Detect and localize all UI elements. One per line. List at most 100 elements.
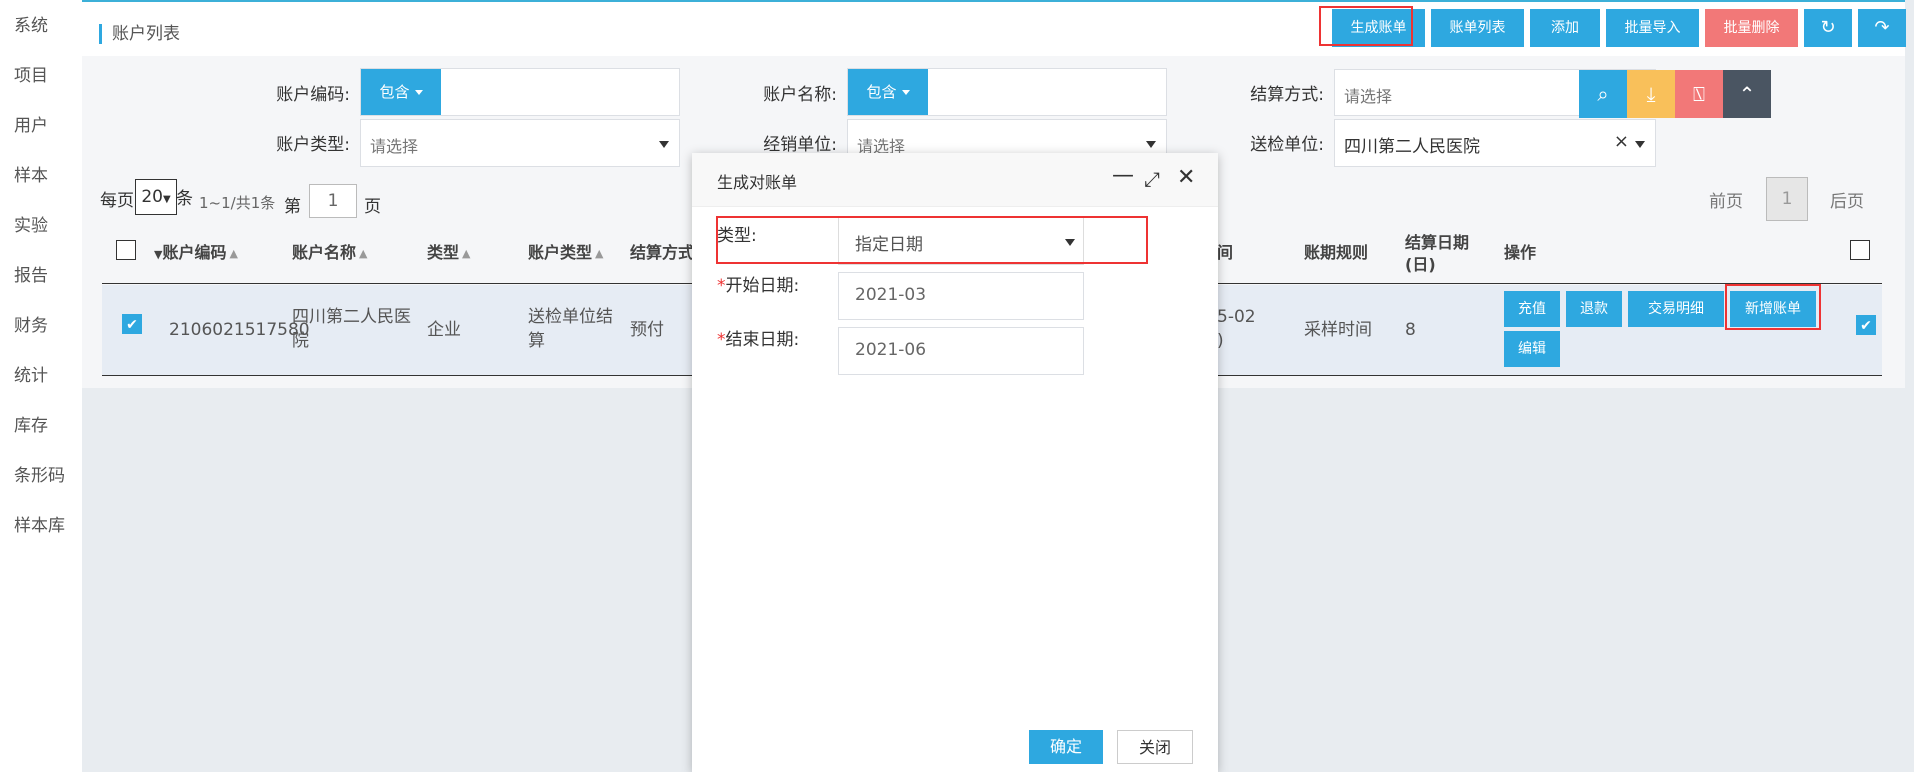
row-checkbox[interactable]: ✔ xyxy=(122,314,142,334)
per-page-select[interactable]: 20▼ xyxy=(135,179,177,215)
next-page-button[interactable]: 后页 xyxy=(1830,187,1864,212)
sidebar-item-sample-bank[interactable]: 样本库 xyxy=(0,501,82,551)
sort-icon: ▲ xyxy=(462,247,471,260)
col-period-rule[interactable]: 账期规则 xyxy=(1304,239,1368,263)
search-icon[interactable]: ⌕ xyxy=(1579,70,1627,118)
account-type-placeholder: 请选择 xyxy=(370,137,419,156)
account-code-contains-dropdown[interactable]: 包含 xyxy=(361,69,441,115)
chevron-up-icon[interactable]: ⌃ xyxy=(1723,70,1771,118)
cell-time-line1: 5-02 xyxy=(1217,307,1256,327)
sidebar-item-system[interactable]: 系统 xyxy=(0,1,82,51)
start-date-input[interactable]: 2021-03 xyxy=(838,272,1084,320)
col-account-name-label: 账户名称 xyxy=(292,243,357,262)
submit-unit-select[interactable]: 四川第二人民医院 × xyxy=(1334,119,1656,167)
new-bill-button[interactable]: 新增账单 xyxy=(1730,291,1816,327)
caret-down-icon xyxy=(1065,239,1075,246)
prev-page-button[interactable]: 前页 xyxy=(1709,187,1743,212)
col-type[interactable]: 类型 ▲ xyxy=(427,239,470,263)
caret-down-icon xyxy=(901,90,910,95)
per-page-unit: 条 xyxy=(176,189,193,209)
sidebar: 系统 项目 用户 样本 实验 报告 财务 统计 库存 条形码 样本库 xyxy=(0,0,82,772)
account-name-field: 包含 xyxy=(847,68,1167,116)
submit-unit-label: 送检单位: xyxy=(1250,135,1324,155)
page-title: 账户列表 xyxy=(99,24,180,44)
contains-label: 包含 xyxy=(379,83,410,101)
transactions-button[interactable]: 交易明细 xyxy=(1628,291,1724,327)
maximize-icon[interactable]: ⤢ xyxy=(1144,167,1160,191)
col-account-name[interactable]: 账户名称 ▲ xyxy=(292,239,367,263)
col-settlement[interactable]: 结算方式 xyxy=(630,239,694,263)
page-suffix: 页 xyxy=(364,197,381,217)
type-label: 类型: xyxy=(717,226,757,246)
generate-bill-button[interactable]: 生成账单 xyxy=(1332,9,1425,47)
refund-button[interactable]: 退款 xyxy=(1566,291,1622,327)
select-all-checkbox-right[interactable] xyxy=(1850,240,1870,260)
sidebar-item-project[interactable]: 项目 xyxy=(0,51,82,101)
end-date-input[interactable]: 2021-06 xyxy=(838,327,1084,375)
col-settle-day-unit: (日) xyxy=(1405,255,1436,274)
broom-icon[interactable]: ⍂ xyxy=(1675,70,1723,118)
account-type-select[interactable]: 请选择 xyxy=(360,119,680,167)
recharge-button[interactable]: 充值 xyxy=(1504,291,1560,327)
account-code-label: 账户编码: xyxy=(276,85,350,105)
dialog-title: 生成对账单 xyxy=(717,173,798,192)
col-account-type[interactable]: 账户类型 ▲ xyxy=(528,239,603,263)
sidebar-item-barcode[interactable]: 条形码 xyxy=(0,451,82,501)
cell-settle-day: 8 xyxy=(1405,320,1416,340)
sidebar-item-report[interactable]: 报告 xyxy=(0,251,82,301)
sidebar-item-user[interactable]: 用户 xyxy=(0,101,82,151)
minimize-icon[interactable]: — xyxy=(1112,163,1134,188)
title-bar: 账户列表 生成账单 账单列表 添加 批量导入 批量删除 ↻ ↷ xyxy=(82,2,1906,56)
sidebar-item-inventory[interactable]: 库存 xyxy=(0,401,82,451)
col-settle-day[interactable]: 结算日期 (日) xyxy=(1405,232,1469,276)
undo-icon[interactable]: ↷ xyxy=(1858,9,1906,47)
bill-list-button[interactable]: 账单列表 xyxy=(1431,9,1524,47)
sidebar-item-statistics[interactable]: 统计 xyxy=(0,351,82,401)
download-icon[interactable]: ⤓ xyxy=(1627,70,1675,118)
confirm-button[interactable]: 确定 xyxy=(1029,730,1103,764)
add-button[interactable]: 添加 xyxy=(1530,9,1600,47)
dealer-label: 经销单位: xyxy=(763,135,837,155)
row-checkbox-right[interactable]: ✔ xyxy=(1856,315,1876,335)
cell-account-type-line2: 算 xyxy=(528,331,545,351)
col-settle-day-label: 结算日期 xyxy=(1405,233,1470,252)
refresh-icon[interactable]: ↻ xyxy=(1804,9,1852,47)
batch-import-button[interactable]: 批量导入 xyxy=(1606,9,1699,47)
account-name-input[interactable] xyxy=(930,71,1160,113)
page-prefix: 第 xyxy=(284,197,301,217)
caret-down-icon xyxy=(1635,141,1645,148)
dialog-close-button[interactable]: 关闭 xyxy=(1117,730,1193,764)
close-icon[interactable]: ✕ xyxy=(1177,165,1195,190)
sort-icon: ▲ xyxy=(595,247,604,260)
submit-unit-value: 四川第二人民医院 xyxy=(1344,137,1480,157)
dialog-header: 生成对账单 — ⤢ ✕ xyxy=(692,153,1218,207)
edit-button[interactable]: 编辑 xyxy=(1504,331,1560,367)
batch-delete-button[interactable]: 批量删除 xyxy=(1705,9,1798,47)
cell-account-code: 2106021517580 xyxy=(169,320,310,340)
sidebar-item-experiment[interactable]: 实验 xyxy=(0,201,82,251)
col-account-type-label: 账户类型 xyxy=(528,243,593,262)
cell-account-type-line1: 送检单位结 xyxy=(528,307,613,327)
pagination-summary: 1~1/共1条 xyxy=(199,194,276,212)
end-date-label-text: 结束日期: xyxy=(725,330,800,350)
cell-account-name-line2: 院 xyxy=(292,331,309,351)
generate-statement-dialog: 生成对账单 — ⤢ ✕ 类型: 指定日期 *开始日期: 2021-03 *结束日… xyxy=(692,153,1218,772)
start-date-label: *开始日期: xyxy=(717,271,799,296)
col-account-code-label: 账户编码 xyxy=(162,243,227,262)
sort-icon: ▲ xyxy=(359,247,368,260)
select-all-checkbox[interactable] xyxy=(116,240,136,260)
col-ops: 操作 xyxy=(1504,243,1537,262)
sidebar-item-sample[interactable]: 样本 xyxy=(0,151,82,201)
end-date-label: *结束日期: xyxy=(717,325,799,350)
account-name-contains-dropdown[interactable]: 包含 xyxy=(848,69,928,115)
contains-label: 包含 xyxy=(866,83,897,101)
current-page[interactable]: 1 xyxy=(1766,177,1808,221)
col-time[interactable]: 间 xyxy=(1217,239,1233,263)
clear-icon[interactable]: × xyxy=(1614,131,1629,152)
account-code-input[interactable] xyxy=(443,71,673,113)
sidebar-item-finance[interactable]: 财务 xyxy=(0,301,82,351)
type-select[interactable]: 指定日期 xyxy=(838,217,1084,265)
col-account-code[interactable]: ▼账户编码 ▲︎ xyxy=(154,239,238,263)
settlement-placeholder: 请选择 xyxy=(1344,87,1393,106)
page-input[interactable]: 1 xyxy=(309,184,357,218)
